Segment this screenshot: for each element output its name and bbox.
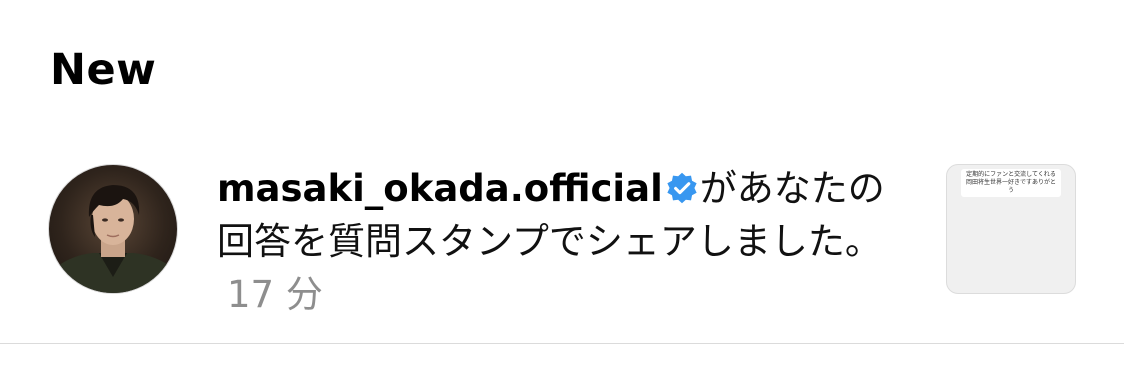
avatar-portrait-image bbox=[49, 185, 177, 293]
avatar[interactable] bbox=[48, 164, 178, 294]
notification-text: masaki_okada.official があなたの回答を質問スタンプでシェアし… bbox=[217, 162, 907, 321]
username-link[interactable]: masaki_okada.official bbox=[217, 167, 663, 210]
notification-time: 17 分 bbox=[227, 273, 323, 316]
question-sticker-text: 定期的にファンと交流してくれる岡田将生世界一好きですありがとう bbox=[961, 169, 1061, 197]
story-thumbnail[interactable]: 定期的にファンと交流してくれる岡田将生世界一好きですありがとう bbox=[946, 164, 1076, 294]
verified-badge-icon bbox=[665, 166, 699, 204]
divider bbox=[0, 343, 1124, 344]
section-title-new: New bbox=[50, 45, 157, 95]
notification-row[interactable]: masaki_okada.official があなたの回答を質問スタンプでシェアし… bbox=[0, 160, 1124, 316]
